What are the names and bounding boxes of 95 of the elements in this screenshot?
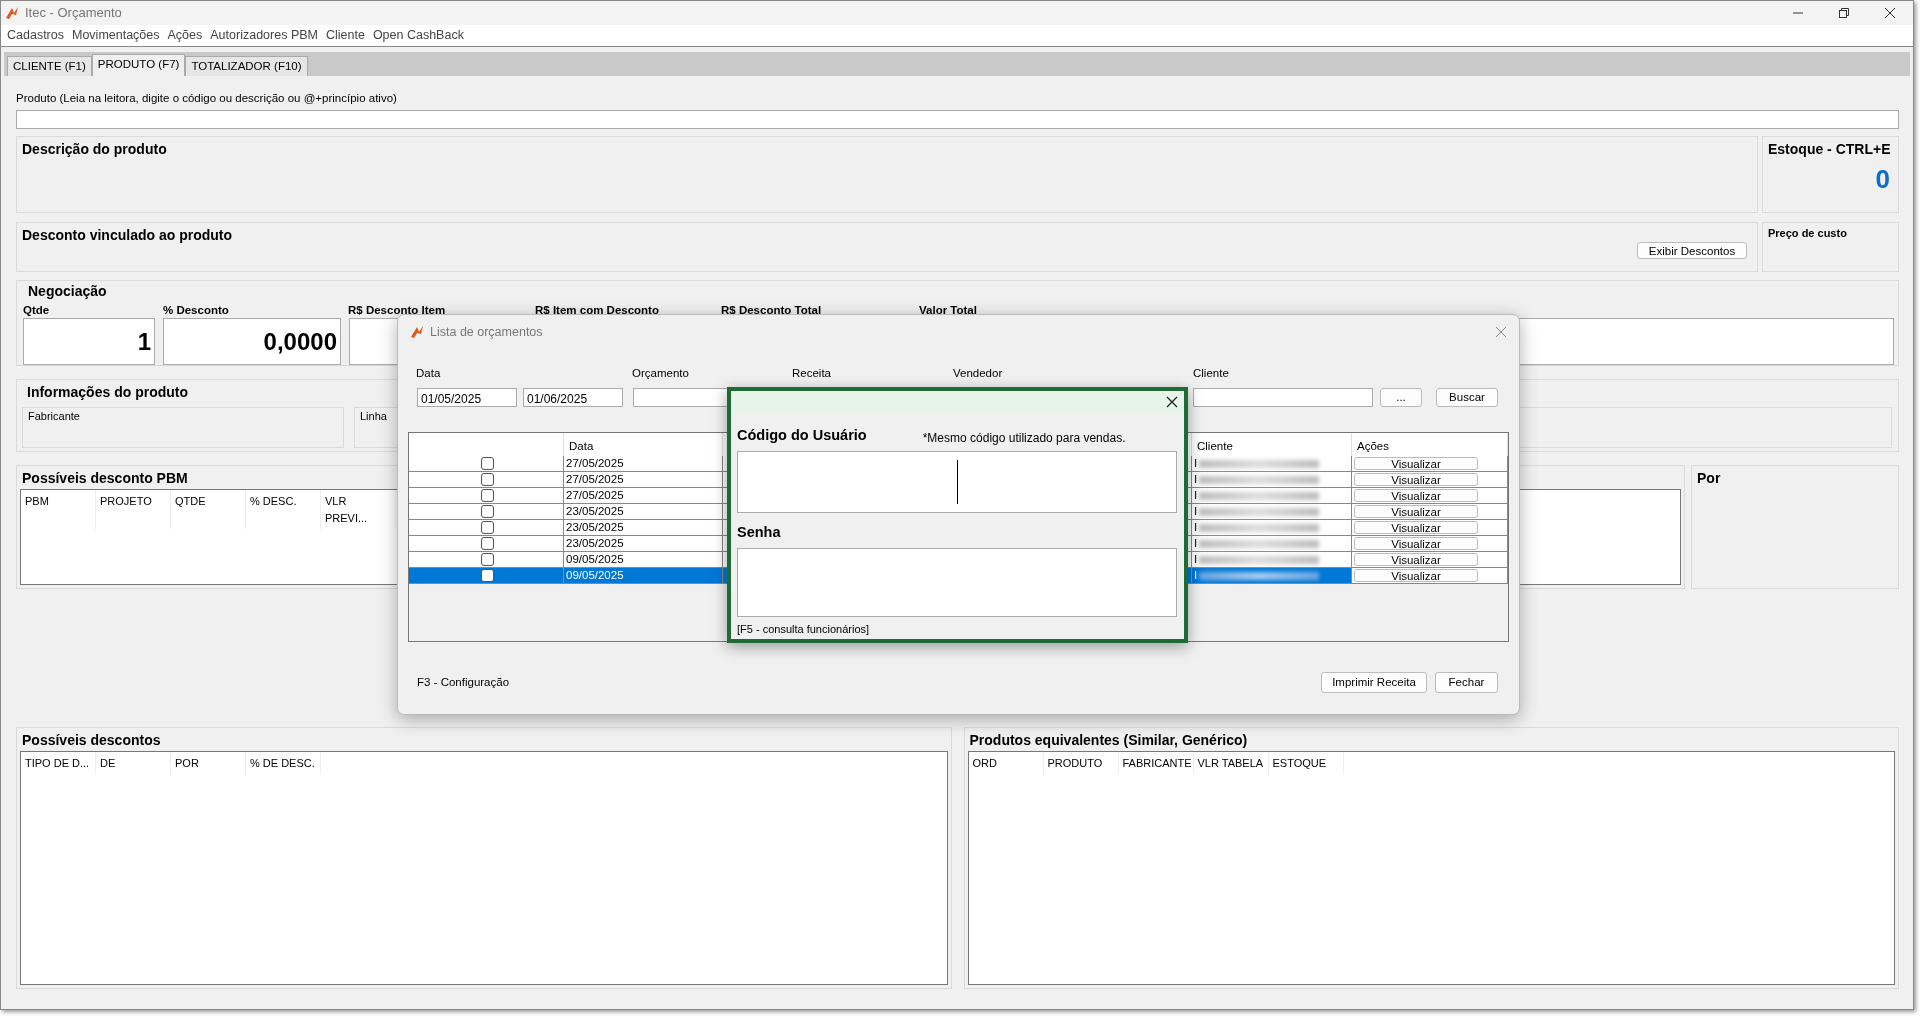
menu-item[interactable]: Open CashBack: [368, 26, 468, 45]
browse-button[interactable]: ...: [1380, 388, 1422, 407]
table-cell: I: [1194, 521, 1198, 533]
field-label: R$ Desconto Total: [721, 303, 822, 318]
table-cell: I: [1194, 505, 1198, 517]
field-label: Receita: [792, 366, 831, 381]
text-cursor: [956, 459, 958, 504]
view-button[interactable]: Visualizar: [1354, 489, 1478, 502]
menu-item[interactable]: Autorizadores PBM: [206, 26, 322, 45]
view-button[interactable]: Visualizar: [1354, 505, 1478, 518]
table-cell: I: [1194, 457, 1198, 469]
restore-icon[interactable]: [1838, 7, 1850, 19]
checkbox[interactable]: [480, 553, 494, 566]
checkbox[interactable]: [480, 489, 494, 502]
stock-value: 0: [1874, 163, 1891, 196]
table-cell: 27/05/2025: [564, 488, 723, 504]
logo-icon: [5, 6, 19, 20]
view-button[interactable]: Visualizar: [1354, 457, 1478, 470]
note-text: *Mesmo código utilizado para vendas.: [922, 429, 1126, 447]
menu-item[interactable]: Movimentações: [68, 26, 164, 45]
section-title: Por: [1696, 469, 1721, 488]
checkbox[interactable]: [480, 537, 494, 550]
search-button[interactable]: Buscar: [1436, 388, 1498, 407]
table-cell: 09/05/2025: [564, 568, 723, 584]
print-button[interactable]: Imprimir Receita: [1321, 672, 1427, 693]
close-button[interactable]: Fechar: [1435, 672, 1498, 693]
field-label: Data: [416, 366, 441, 381]
section-title: Informações do produto: [26, 383, 188, 402]
checkbox[interactable]: [480, 473, 494, 486]
table-cell: 23/05/2025: [564, 536, 723, 552]
checkbox[interactable]: [480, 457, 494, 470]
quantity-field[interactable]: 1: [23, 318, 155, 365]
view-button[interactable]: Visualizar: [1354, 473, 1478, 486]
date-field[interactable]: 01/06/2025: [523, 388, 623, 407]
date-field[interactable]: 01/05/2025: [417, 388, 517, 407]
section-title: Desconto vinculado ao produto: [21, 226, 232, 245]
section-title: Estoque - CTRL+E: [1767, 140, 1891, 159]
checkbox[interactable]: [480, 505, 494, 518]
table-cell: I: [1194, 489, 1198, 501]
field-label: R$ Desconto Item: [348, 303, 446, 318]
table-cell: 23/05/2025: [564, 504, 723, 520]
menu-item[interactable]: Cadastros: [3, 26, 68, 45]
section-title: Possíveis desconto PBM: [21, 469, 188, 488]
show-discounts-button[interactable]: Exibir Descontos: [1637, 242, 1747, 259]
table-cell: 09/05/2025: [564, 552, 723, 568]
tab[interactable]: PRODUTO (F7): [91, 54, 186, 76]
logo-icon: [410, 325, 424, 339]
table-cell: 23/05/2025: [564, 520, 723, 536]
menu-item[interactable]: Ações: [163, 26, 207, 45]
discount-field[interactable]: 0,0000: [163, 318, 341, 365]
field-label: Fabricante: [28, 409, 81, 424]
field-label: Vendedor: [953, 366, 1003, 381]
user-code-field[interactable]: [737, 450, 1177, 513]
section-title: Possíveis descontos: [21, 731, 161, 750]
view-button[interactable]: Visualizar: [1354, 521, 1478, 534]
close-icon[interactable]: [1166, 396, 1178, 408]
field-label: R$ Item com Desconto: [535, 303, 659, 318]
column-header[interactable]: Cliente: [1192, 433, 1352, 456]
password-field[interactable]: [737, 547, 1177, 617]
section-title: Preço de custo: [1767, 226, 1847, 241]
tab[interactable]: CLIENTE (F1): [7, 56, 92, 76]
table-cell: I: [1194, 553, 1198, 565]
field-label: Código do Usuário: [737, 426, 867, 445]
table-cell: I: [1194, 569, 1198, 581]
table-cell: I: [1194, 473, 1198, 485]
field-label: % Desconto: [163, 303, 229, 318]
table-cell: 27/05/2025: [564, 472, 723, 488]
column-header[interactable]: Ações: [1352, 433, 1508, 456]
field-label: Orçamento: [632, 366, 689, 381]
window-title: Itec - Orçamento: [25, 4, 122, 23]
field-label: Senha: [737, 522, 782, 542]
close-icon[interactable]: [1884, 7, 1896, 19]
menu-item[interactable]: Cliente: [321, 26, 369, 45]
table-cell: 27/05/2025: [564, 456, 723, 472]
field-label: Linha: [360, 409, 388, 424]
field-label: Produto (Leia na leitora, digite o código ou descrição ou @+princípio ativo): [16, 91, 398, 106]
field-label: Valor Total: [919, 303, 977, 318]
section-title: Descrição do produto: [21, 140, 167, 159]
tab[interactable]: TOTALIZADOR (F10): [185, 56, 308, 76]
dialog-title: Lista de orçamentos: [430, 323, 543, 341]
column-header[interactable]: Data: [564, 433, 723, 456]
section-title: Produtos equivalentes (Similar, Genérico): [968, 731, 1248, 750]
hint-text: [F5 - consulta funcionários]: [737, 621, 871, 637]
checkbox[interactable]: [480, 569, 494, 582]
view-button[interactable]: Visualizar: [1354, 537, 1478, 550]
field-label: Cliente: [1193, 366, 1229, 381]
field-label: Qtde: [23, 303, 50, 318]
product-search-field[interactable]: [16, 110, 1899, 129]
view-button[interactable]: Visualizar: [1354, 569, 1478, 582]
view-button[interactable]: Visualizar: [1354, 553, 1478, 566]
table-cell: I: [1194, 537, 1198, 549]
client-field[interactable]: [1193, 388, 1373, 407]
hint-text: F3 - Configuração: [417, 674, 510, 690]
section-title: Negociação: [27, 282, 107, 301]
checkbox[interactable]: [480, 521, 494, 534]
